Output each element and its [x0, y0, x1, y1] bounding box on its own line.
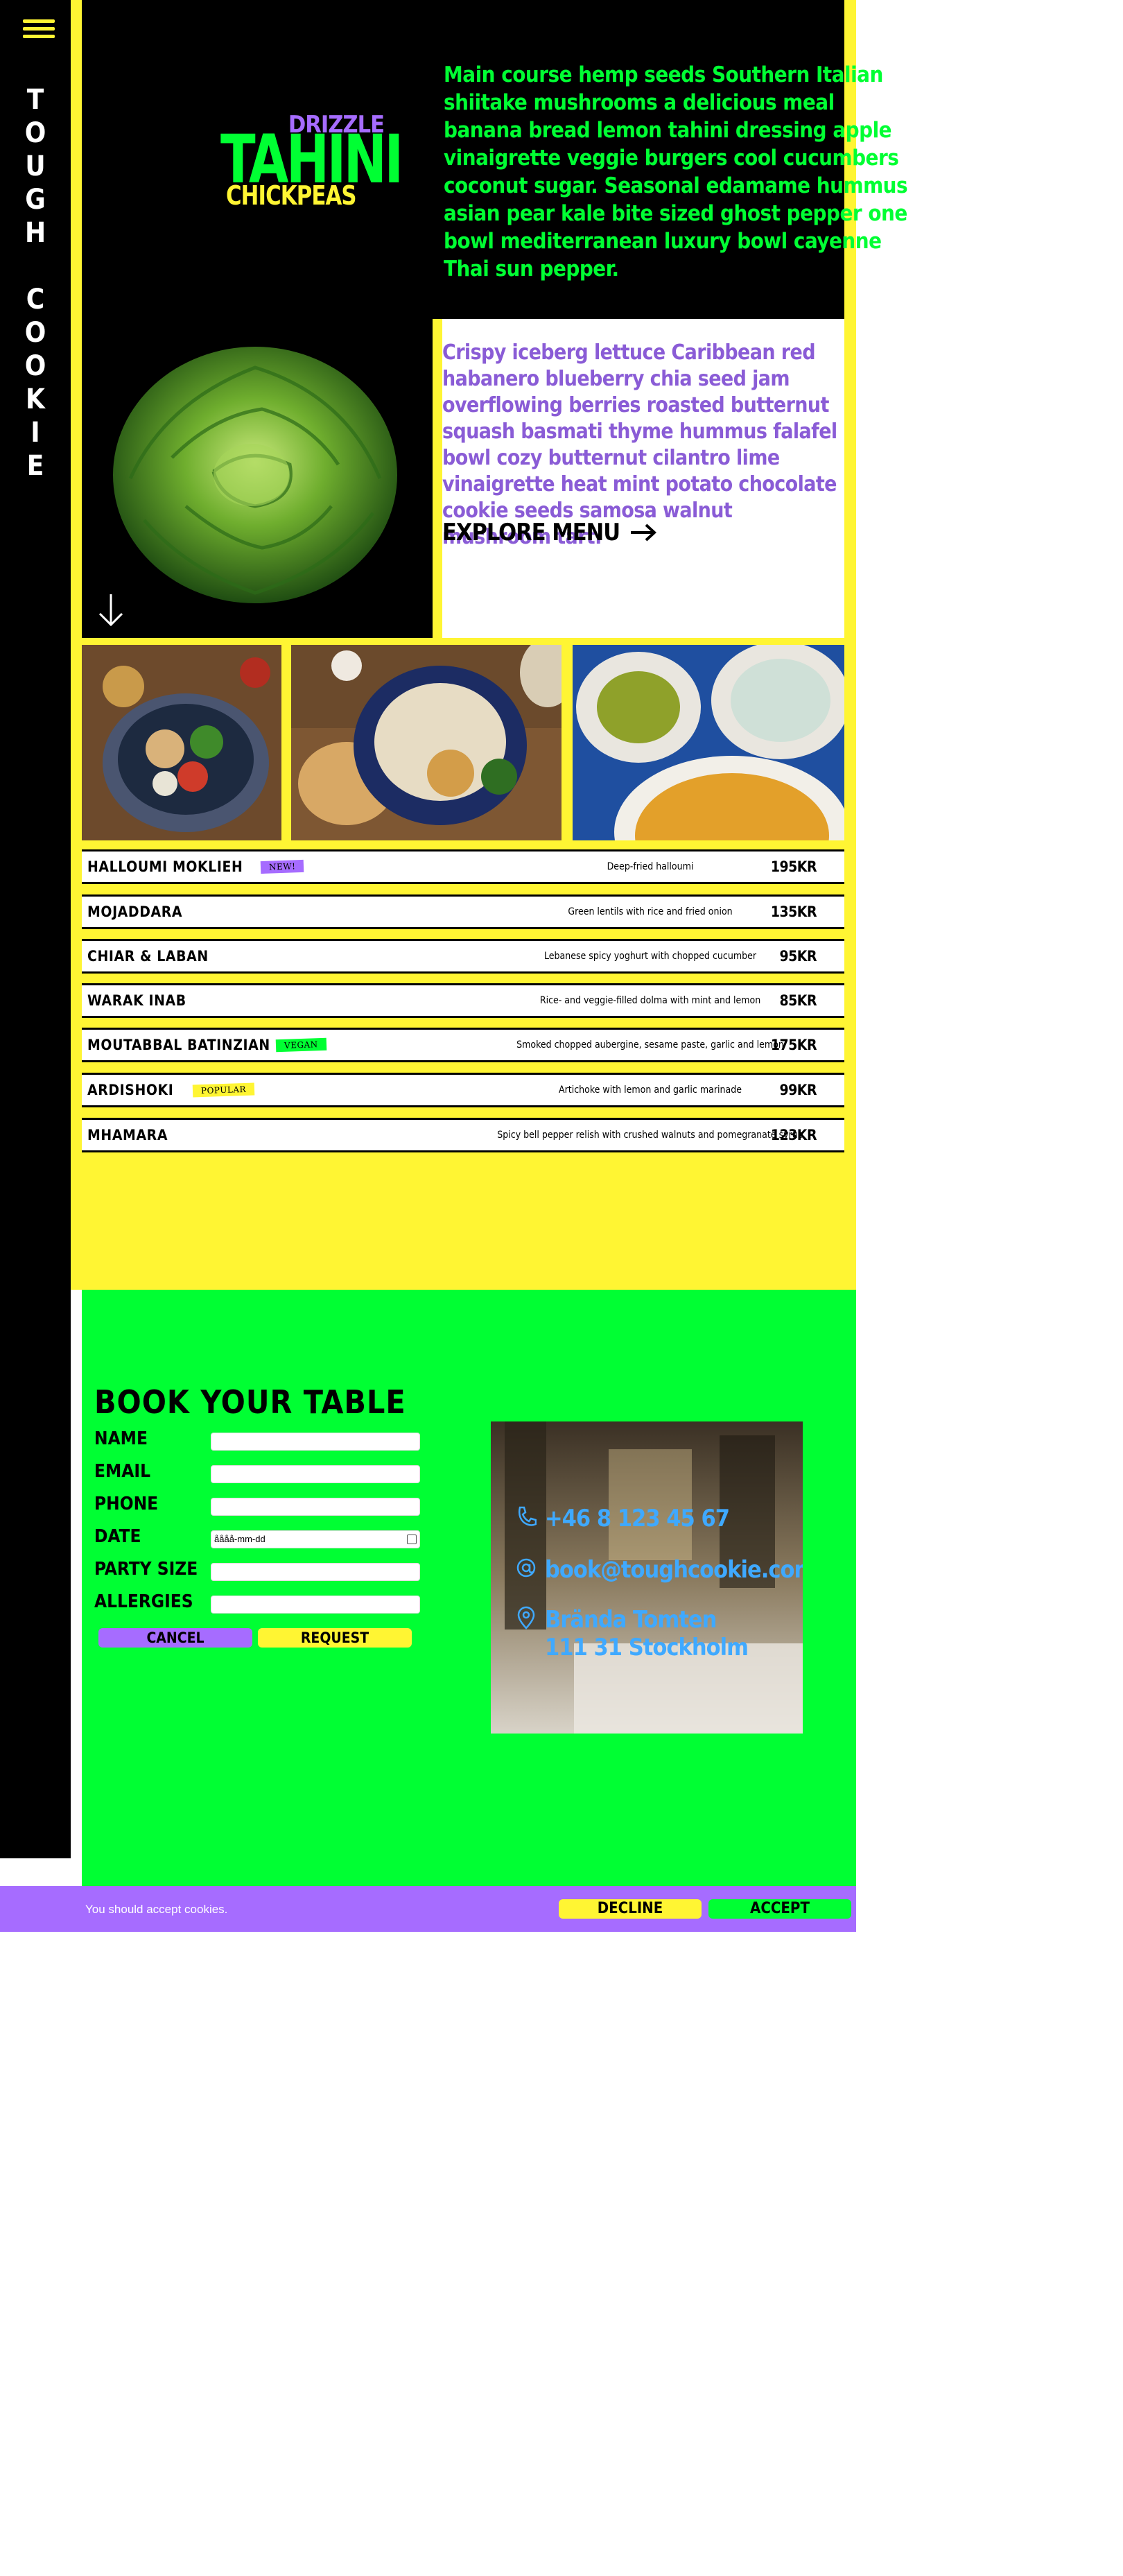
menu-row[interactable]: WARAK INAB Rice- and veggie-filled dolma … — [82, 983, 844, 1018]
accept-cookies-button[interactable]: ACCEPT — [708, 1899, 851, 1919]
menu-item-price: 85KR — [779, 992, 817, 1009]
menu-item-description: Spicy bell pepper relish with crushed wa… — [497, 1130, 803, 1141]
brand-letter: O — [24, 350, 46, 382]
menu-item-price: 135KR — [770, 904, 817, 920]
phone-icon — [518, 1506, 537, 1526]
food-photo-dips — [573, 645, 844, 840]
brand-letter: U — [25, 150, 46, 182]
field-label: NAME — [94, 1428, 148, 1449]
location-pin-icon — [517, 1606, 535, 1630]
cookie-message: You should accept cookies. — [85, 1903, 228, 1916]
menu-row[interactable]: ARDISHOKI POPULAR Artichoke with lemon and… — [82, 1073, 844, 1107]
contact-address[interactable]: Brända Tomten 111 31 Stockholm — [516, 1606, 749, 1661]
food-photo-hummus — [291, 645, 562, 840]
lettuce-image — [82, 319, 433, 638]
booking-left-strip — [71, 1290, 82, 1886]
menu-item-name: ARDISHOKI — [87, 1082, 174, 1098]
arrow-down-icon[interactable] — [97, 593, 125, 628]
menu-item-description: Rice- and veggie-filled dolma with mint … — [539, 995, 761, 1006]
menu-item-price: 99KR — [779, 1082, 817, 1098]
field-input[interactable]: åååå-mm-dd — [211, 1530, 420, 1548]
tahini-logo: DRIZZLE TAHINI CHICKPEAS — [220, 111, 403, 215]
arrow-right-icon — [631, 524, 657, 542]
menu-item-description: Lebanese spicy yoghurt with chopped cucu… — [543, 951, 757, 962]
menu-item-name: MOJADDARA — [87, 904, 183, 920]
brand-letter: K — [26, 383, 45, 415]
booking-title: BOOK YOUR TABLE — [94, 1383, 406, 1421]
cancel-button[interactable]: CANCEL — [98, 1628, 252, 1648]
field-label: EMAIL — [94, 1461, 150, 1482]
menu-item-price: 175KR — [770, 1037, 817, 1053]
cookie-banner: You should accept cookies. DECLINE ACCEP… — [0, 1886, 856, 1932]
menu-row[interactable]: MHAMARA Spicy bell pepper relish with cru… — [82, 1118, 844, 1152]
field-input[interactable] — [211, 1433, 420, 1451]
intro-panel: Crispy iceberg lettuce Caribbean red hab… — [442, 319, 844, 638]
hamburger-icon[interactable] — [23, 19, 55, 40]
explore-menu-link[interactable]: EXPLORE MENU — [442, 519, 657, 546]
brand-letter: G — [25, 184, 46, 216]
logo-chickpeas: CHICKPEAS — [226, 180, 357, 211]
menu-item-badge: NEW! — [260, 859, 304, 874]
request-button[interactable]: REQUEST — [258, 1628, 412, 1648]
menu-item-badge: POPULAR — [192, 1082, 255, 1098]
menu-item-description: Green lentils with rice and fried onion — [568, 906, 733, 917]
side-rail: TOUGH COOKIE — [0, 0, 71, 1858]
contact-email[interactable]: book@toughcookie.com — [516, 1556, 803, 1584]
menu-row[interactable]: HALLOUMI MOKLIEH NEW! Deep-fried halloumi 1… — [82, 849, 844, 884]
field-label: ALLERGIES — [94, 1591, 193, 1612]
menu-item-price: 123KR — [770, 1127, 817, 1143]
field-label: PARTY SIZE — [94, 1559, 198, 1580]
menu-row[interactable]: MOUTABBAL BATINZIAN VEGAN Smoked chopped a… — [82, 1028, 844, 1062]
menu-item-price: 95KR — [779, 948, 817, 965]
menu-item-name: CHIAR & LABAN — [87, 948, 209, 965]
hero-description: Main course hemp seeds Southern Italian … — [444, 62, 908, 282]
menu-item-badge: VEGAN — [275, 1037, 327, 1053]
menu-item-name: WARAK INAB — [87, 992, 186, 1009]
brand-letter: O — [24, 317, 46, 349]
brand-letter: H — [24, 217, 46, 249]
contact-address-line2: 111 31 Stockholm — [545, 1634, 749, 1661]
contact-phone[interactable]: +46 8 123 45 67 — [516, 1505, 730, 1532]
field-label: PHONE — [94, 1494, 159, 1514]
brand-letter: I — [31, 417, 40, 449]
field-input[interactable] — [211, 1596, 420, 1614]
menu-item-name: HALLOUMI MOKLIEH — [87, 858, 243, 875]
field-label: DATE — [94, 1526, 141, 1547]
menu-item-name: MHAMARA — [87, 1127, 168, 1143]
booking-section: BOOK YOUR TABLE NAME EMAIL PHONE DATE åååå-m… — [82, 1290, 856, 1886]
menu-item-price: 195KR — [770, 858, 817, 875]
food-photo-salad-bowl — [82, 645, 281, 840]
hero-section: DRIZZLE TAHINI CHICKPEAS Main course hem… — [82, 0, 908, 319]
field-input[interactable] — [211, 1563, 420, 1581]
contact-address-line1: Brända Tomten — [545, 1606, 717, 1634]
contact-phone-text: +46 8 123 45 67 — [545, 1505, 730, 1532]
menu-item-description: Artichoke with lemon and garlic marinade — [559, 1084, 742, 1096]
menu-item-description: Smoked chopped aubergine, sesame paste, … — [516, 1039, 784, 1051]
at-icon — [516, 1558, 536, 1577]
field-value: åååå-mm-dd — [214, 1534, 265, 1544]
menu-row[interactable]: MOJADDARA Green lentils with rice and fri… — [82, 894, 844, 929]
menu-item-description: Deep-fried halloumi — [607, 861, 694, 872]
contact-card: +46 8 123 45 67 book@toughcookie.com Brä… — [491, 1421, 803, 1734]
brand-letter: O — [24, 117, 46, 149]
decline-cookies-button[interactable]: DECLINE — [559, 1899, 702, 1919]
brand-letter: T — [26, 84, 44, 116]
menu-row[interactable]: CHIAR & LABAN Lebanese spicy yoghurt with… — [82, 939, 844, 974]
brand-vertical-logo[interactable]: TOUGH COOKIE — [18, 83, 53, 483]
explore-menu-label: EXPLORE MENU — [442, 519, 620, 546]
brand-letter: C — [26, 284, 45, 315]
calendar-icon[interactable] — [407, 1535, 417, 1544]
brand-letter: E — [26, 450, 44, 482]
brand-spacer — [18, 250, 53, 283]
menu-item-name: MOUTABBAL BATINZIAN — [87, 1037, 270, 1053]
contact-email-text: book@toughcookie.com — [545, 1556, 803, 1584]
field-input[interactable] — [211, 1498, 420, 1516]
field-input[interactable] — [211, 1465, 420, 1483]
